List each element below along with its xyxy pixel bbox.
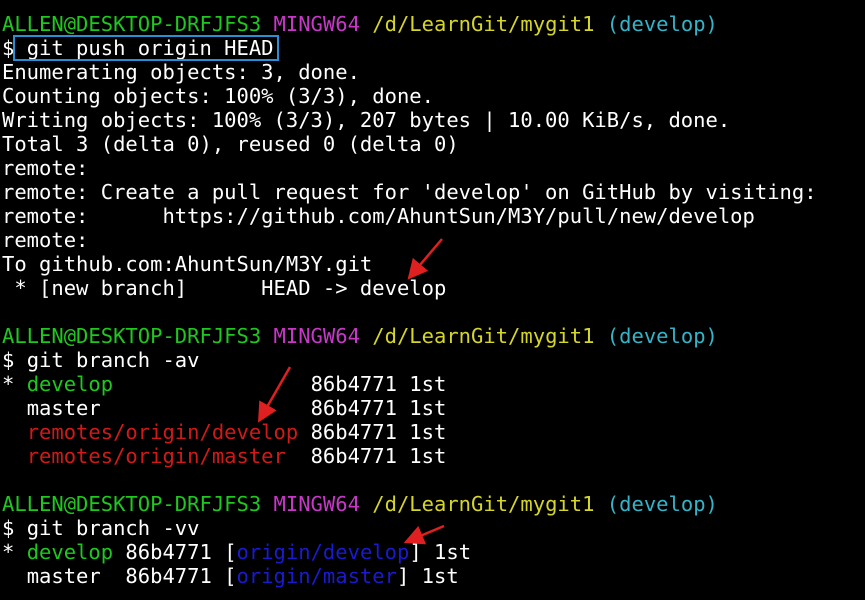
command-text: git branch -av xyxy=(26,348,200,372)
branch-commit: 86b4771 1st xyxy=(310,372,447,396)
terminal-window[interactable]: ALLEN@DESKTOP-DRFJFS3 MINGW64 /d/LearnGi… xyxy=(0,0,865,600)
prompt-branch: (develop) xyxy=(606,12,718,36)
branch-name: develop xyxy=(26,540,114,564)
output-line: remote: xyxy=(2,228,89,252)
command-text: git push origin HEAD xyxy=(26,36,274,60)
bracket-open: [ xyxy=(224,564,237,588)
remote-branch-name: remotes/origin/develop xyxy=(26,420,311,444)
output-line: Enumerating objects: 3, done. xyxy=(2,60,360,84)
current-marker: * xyxy=(2,372,27,396)
prompt-line: ALLEN@DESKTOP-DRFJFS3 MINGW64 /d/LearnGi… xyxy=(0,324,865,348)
commit-message: 1st xyxy=(421,540,472,564)
prompt-user-host: ALLEN@DESKTOP-DRFJFS3 xyxy=(2,12,262,36)
prompt-user-host: ALLEN@DESKTOP-DRFJFS3 xyxy=(2,492,262,516)
output-line-url: remote: https://github.com/AhuntSun/M3Y/… xyxy=(2,204,755,228)
branch-name: develop xyxy=(26,372,311,396)
highlighted-command: git push origin HEAD xyxy=(13,35,279,61)
prompt-line: ALLEN@DESKTOP-DRFJFS3 MINGW64 /d/LearnGi… xyxy=(0,12,865,36)
output-line: Writing objects: 100% (3/3), 207 bytes |… xyxy=(2,108,731,132)
branch-row: * develop 86b4771 1st xyxy=(0,372,865,396)
branch-hash: 86b4771 xyxy=(100,564,225,588)
prompt-path: /d/LearnGit/mygit1 xyxy=(372,492,595,516)
branch-tracking-row: master 86b4771 [origin/master] 1st xyxy=(0,564,865,588)
command-line: $ git branch -av xyxy=(0,348,865,372)
branch-marker xyxy=(2,396,27,420)
output-line: remote: xyxy=(2,156,89,180)
branch-row: master 86b4771 1st xyxy=(0,396,865,420)
branch-marker xyxy=(2,564,27,588)
branch-name: master xyxy=(26,396,311,420)
prompt-path: /d/LearnGit/mygit1 xyxy=(372,12,595,36)
bracket-close: ] xyxy=(396,564,410,588)
commit-message: 1st xyxy=(409,564,459,588)
output-line: Total 3 (delta 0), reused 0 (delta 0) xyxy=(2,132,459,156)
command-text: git branch -vv xyxy=(26,516,200,540)
branch-commit: 86b4771 1st xyxy=(310,420,447,444)
branch-hash: 86b4771 xyxy=(113,540,225,564)
output-line: remote: Create a pull request for 'devel… xyxy=(2,180,817,204)
remote-branch-name: remotes/origin/master xyxy=(26,444,311,468)
branch-tracking-row: * develop 86b4771 [origin/develop] 1st xyxy=(0,540,865,564)
branch-row: remotes/origin/master 86b4771 1st xyxy=(0,444,865,468)
branch-commit: 86b4771 1st xyxy=(310,444,447,468)
prompt-symbol: $ xyxy=(2,348,15,372)
output-line: To github.com:AhuntSun/M3Y.git xyxy=(2,252,373,276)
prompt-branch: (develop) xyxy=(606,324,718,348)
prompt-shell: MINGW64 xyxy=(273,492,360,516)
branch-commit: 86b4771 1st xyxy=(310,396,447,420)
branch-marker xyxy=(2,444,27,468)
prompt-branch: (develop) xyxy=(606,492,718,516)
output-line: Counting objects: 100% (3/3), done. xyxy=(2,84,434,108)
upstream-branch: origin/master xyxy=(236,564,397,588)
bracket-open: [ xyxy=(224,540,237,564)
command-line: $ git push origin HEAD xyxy=(0,35,865,61)
current-marker: * xyxy=(2,540,27,564)
prompt-user-host: ALLEN@DESKTOP-DRFJFS3 xyxy=(2,324,262,348)
branch-name: master xyxy=(26,564,101,588)
branch-marker xyxy=(2,420,27,444)
prompt-line: ALLEN@DESKTOP-DRFJFS3 MINGW64 /d/LearnGi… xyxy=(0,492,865,516)
prompt-symbol: $ xyxy=(2,36,15,60)
prompt-shell: MINGW64 xyxy=(273,12,360,36)
bracket-close: ] xyxy=(409,540,422,564)
output-line: * [new branch] HEAD -> develop xyxy=(2,276,447,300)
branch-row: remotes/origin/develop 86b4771 1st xyxy=(0,420,865,444)
command-line: $ git branch -vv xyxy=(0,516,865,540)
prompt-symbol: $ xyxy=(2,516,15,540)
prompt-path: /d/LearnGit/mygit1 xyxy=(372,324,595,348)
upstream-branch: origin/develop xyxy=(236,540,410,564)
prompt-shell: MINGW64 xyxy=(273,324,360,348)
